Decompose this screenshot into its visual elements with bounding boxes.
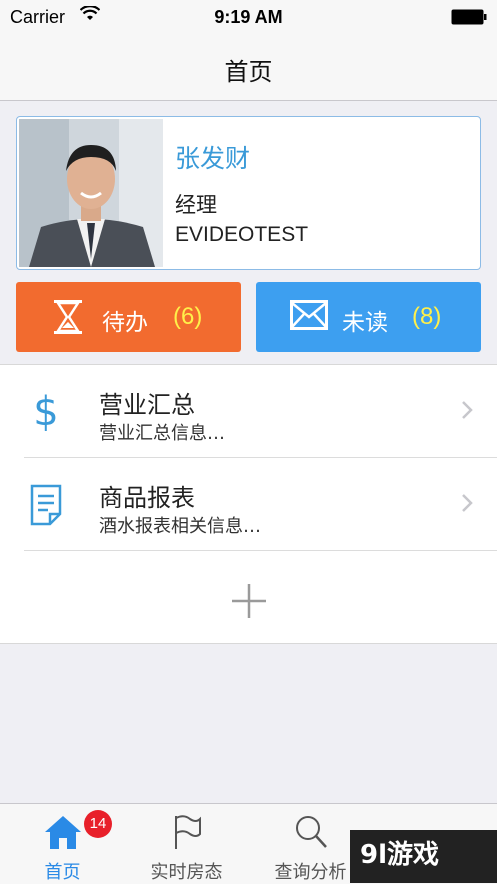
unread-button[interactable]: 未读 (8) [256,282,481,352]
document-icon [30,482,62,530]
todo-count: (6) [173,303,203,330]
report-list: $ 营业汇总 营业汇总信息… 商品报表 酒水报表相关信息… [0,364,497,644]
svg-text:$: $ [33,389,58,433]
battery-icon [451,9,487,25]
todo-button[interactable]: 待办 (6) [16,282,241,352]
profile-name: 张发财 [175,144,251,173]
tab-label: 实时房态 [150,862,223,883]
profile-card[interactable]: 张发财 经理 EVIDEOTEST [16,116,481,270]
watermark-text: 9l游戏 [360,840,440,870]
unread-label: 未读 [342,310,388,336]
hourglass-icon [54,300,82,340]
list-item-title: 商品报表 [99,484,195,512]
envelope-icon [290,300,328,336]
tab-label: 首页 [44,862,81,883]
flag-icon [124,814,249,854]
profile-role: 经理 [175,193,217,217]
list-item-subtitle: 酒水报表相关信息… [99,516,261,537]
unread-count: (8) [412,303,442,330]
status-bar: Carrier 9:19 AM [0,0,497,34]
tab-room-status[interactable]: 实时房态 [124,804,249,884]
chevron-right-icon [461,400,473,424]
notification-badge: 14 [84,810,112,838]
list-item-subtitle: 营业汇总信息… [99,423,225,444]
list-item-product-report[interactable]: 商品报表 酒水报表相关信息… [0,458,497,550]
watermark-logo: 9l游戏 [300,800,497,883]
navigation-bar: 首页 [0,34,497,101]
avatar [19,119,163,267]
status-time: 9:19 AM [214,7,283,27]
chevron-right-icon [461,493,473,517]
divider [24,550,497,551]
profile-company: EVIDEOTEST [175,223,309,246]
todo-label: 待办 [102,310,148,336]
list-item-title: 营业汇总 [99,391,195,419]
dollar-icon: $ [30,389,62,437]
tab-home[interactable]: 14 首页 [0,804,125,884]
add-button[interactable] [229,581,269,621]
page-title: 首页 [224,58,273,86]
list-item-business-summary[interactable]: $ 营业汇总 营业汇总信息… [0,365,497,457]
